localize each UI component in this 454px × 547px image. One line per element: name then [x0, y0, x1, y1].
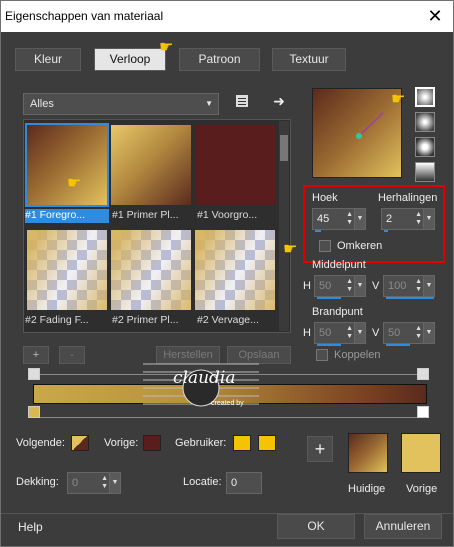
pointer-hand-icon: ☛	[159, 39, 174, 56]
previous-swatch[interactable]	[401, 433, 441, 473]
repeats-field[interactable]: 2 ▲ ▼ ▼	[381, 208, 435, 232]
prev-label: Vorige:	[104, 437, 139, 449]
gradient-thumb[interactable]	[27, 230, 107, 310]
midpoint-h-label: H	[303, 280, 311, 292]
gradient-preview[interactable]	[312, 88, 402, 178]
remove-gradient-button[interactable]: -	[59, 346, 85, 364]
focal-v-label: V	[372, 327, 380, 339]
scrollbar-thumb[interactable]	[280, 135, 288, 161]
sunburst-style-button[interactable]	[415, 137, 435, 157]
chevron-down-icon[interactable]: ▼	[423, 209, 434, 229]
chevron-down-icon[interactable]: ▼	[423, 276, 434, 296]
location-label: Locatie:	[183, 476, 222, 488]
gradient-thumb[interactable]	[25, 123, 109, 207]
angle-handle-icon[interactable]	[313, 89, 401, 177]
color-stop-marker[interactable]	[28, 406, 40, 418]
chevron-down-icon[interactable]: ▼	[354, 323, 365, 343]
pointer-hand-icon: ☛	[67, 175, 82, 192]
user-label: Gebruiker:	[175, 437, 227, 449]
chevron-down-icon[interactable]: ▼	[354, 209, 365, 229]
user-color-swatch-2[interactable]	[258, 435, 276, 451]
tab-patroon[interactable]: Patroon	[179, 48, 260, 71]
focal-label: Brandpunt	[312, 306, 363, 318]
location-field[interactable]: 0	[226, 472, 262, 494]
user-color-swatch[interactable]	[233, 435, 251, 451]
tab-verloop[interactable]: Verloop	[94, 48, 166, 71]
gradient-thumb[interactable]	[195, 230, 275, 310]
gradient-caption: #2 Fading F...	[25, 314, 89, 326]
link-label: Koppelen	[334, 349, 381, 361]
linear-style-button[interactable]	[415, 87, 435, 107]
pointer-hand-icon: ☛	[391, 91, 406, 108]
midpoint-v-label: V	[372, 280, 380, 292]
arrow-right-icon[interactable]: ➜	[271, 93, 287, 109]
tab-kleur[interactable]: Kleur	[15, 48, 81, 71]
focal-h-field[interactable]: 50 ▲ ▼ ▼	[314, 322, 366, 346]
angle-label: Hoek	[312, 192, 338, 204]
stop-track-bottom	[33, 417, 427, 418]
gradient-caption: #1 Voorgro...	[197, 209, 258, 221]
gradient-gallery: #1 Foregro... #1 Primer Pl... #1 Voorgro…	[23, 119, 291, 333]
angle-field[interactable]: 45 ▲ ▼ ▼	[312, 208, 366, 232]
focal-h-label: H	[303, 327, 311, 339]
ok-button[interactable]: OK	[277, 514, 355, 539]
add-swatch-button[interactable]: +	[307, 436, 333, 462]
link-checkbox[interactable]	[316, 349, 328, 361]
list-view-icon[interactable]	[234, 93, 250, 109]
invert-label: Omkeren	[337, 240, 383, 252]
opacity-stop-marker[interactable]	[417, 368, 429, 380]
repeats-label: Herhalingen	[378, 192, 438, 204]
radial-style-button[interactable]	[415, 162, 435, 182]
gradient-caption: #1 Foregro...	[25, 209, 109, 223]
opacity-field[interactable]: 0 ▲ ▼ ▼	[67, 472, 121, 494]
pointer-hand-icon: ☛	[283, 241, 298, 258]
title-bar: Eigenschappen van materiaal ✕	[1, 1, 453, 32]
gradient-caption: #2 Primer Pl...	[112, 314, 179, 326]
midpoint-v-field[interactable]: 100 ▲ ▼ ▼	[383, 275, 435, 299]
prev-color-swatch[interactable]	[143, 435, 161, 451]
chevron-down-icon: ▼	[205, 99, 213, 108]
midpoint-h-field[interactable]: 50 ▲ ▼ ▼	[314, 275, 366, 299]
close-icon[interactable]: ✕	[423, 4, 447, 28]
category-dropdown[interactable]: Alles ▼	[23, 93, 219, 115]
watermark-text: claudia	[173, 368, 236, 388]
gradient-thumb[interactable]	[111, 125, 191, 205]
chevron-down-icon[interactable]: ▼	[354, 276, 365, 296]
chevron-down-icon[interactable]: ▼	[109, 473, 120, 493]
gradient-caption: #1 Primer Pl...	[112, 209, 179, 221]
category-selected: Alles	[30, 98, 54, 110]
current-swatch[interactable]	[348, 433, 388, 473]
rectangular-style-button[interactable]	[415, 112, 435, 132]
focal-v-field[interactable]: 50 ▲ ▼ ▼	[383, 322, 435, 346]
previous-label: Vorige	[406, 483, 438, 495]
opacity-stop-marker[interactable]	[28, 368, 40, 380]
invert-checkbox[interactable]	[319, 240, 331, 252]
gallery-scrollbar[interactable]	[279, 121, 289, 331]
tab-textuur[interactable]: Textuur	[272, 48, 346, 71]
color-stop-marker[interactable]	[417, 406, 429, 418]
chevron-down-icon[interactable]: ▼	[423, 323, 434, 343]
cancel-button[interactable]: Annuleren	[364, 514, 442, 539]
help-link[interactable]: Help	[18, 520, 43, 534]
next-color-swatch[interactable]	[71, 435, 89, 451]
watermark-logo: claudia created by	[141, 356, 261, 414]
gradient-thumb[interactable]	[111, 230, 191, 310]
current-label: Huidige	[348, 483, 386, 495]
gradient-thumb[interactable]	[195, 125, 275, 205]
opacity-label: Dekking:	[16, 476, 59, 488]
next-label: Volgende:	[16, 437, 65, 449]
add-gradient-button[interactable]: +	[23, 346, 49, 364]
midpoint-label: Middelpunt	[312, 259, 366, 271]
watermark-subtext: created by	[211, 400, 244, 407]
window-title: Eigenschappen van materiaal	[5, 9, 164, 23]
material-properties-dialog: Eigenschappen van materiaal ✕ Kleur Verl…	[0, 0, 454, 547]
gradient-caption: #2 Vervage...	[197, 314, 259, 326]
